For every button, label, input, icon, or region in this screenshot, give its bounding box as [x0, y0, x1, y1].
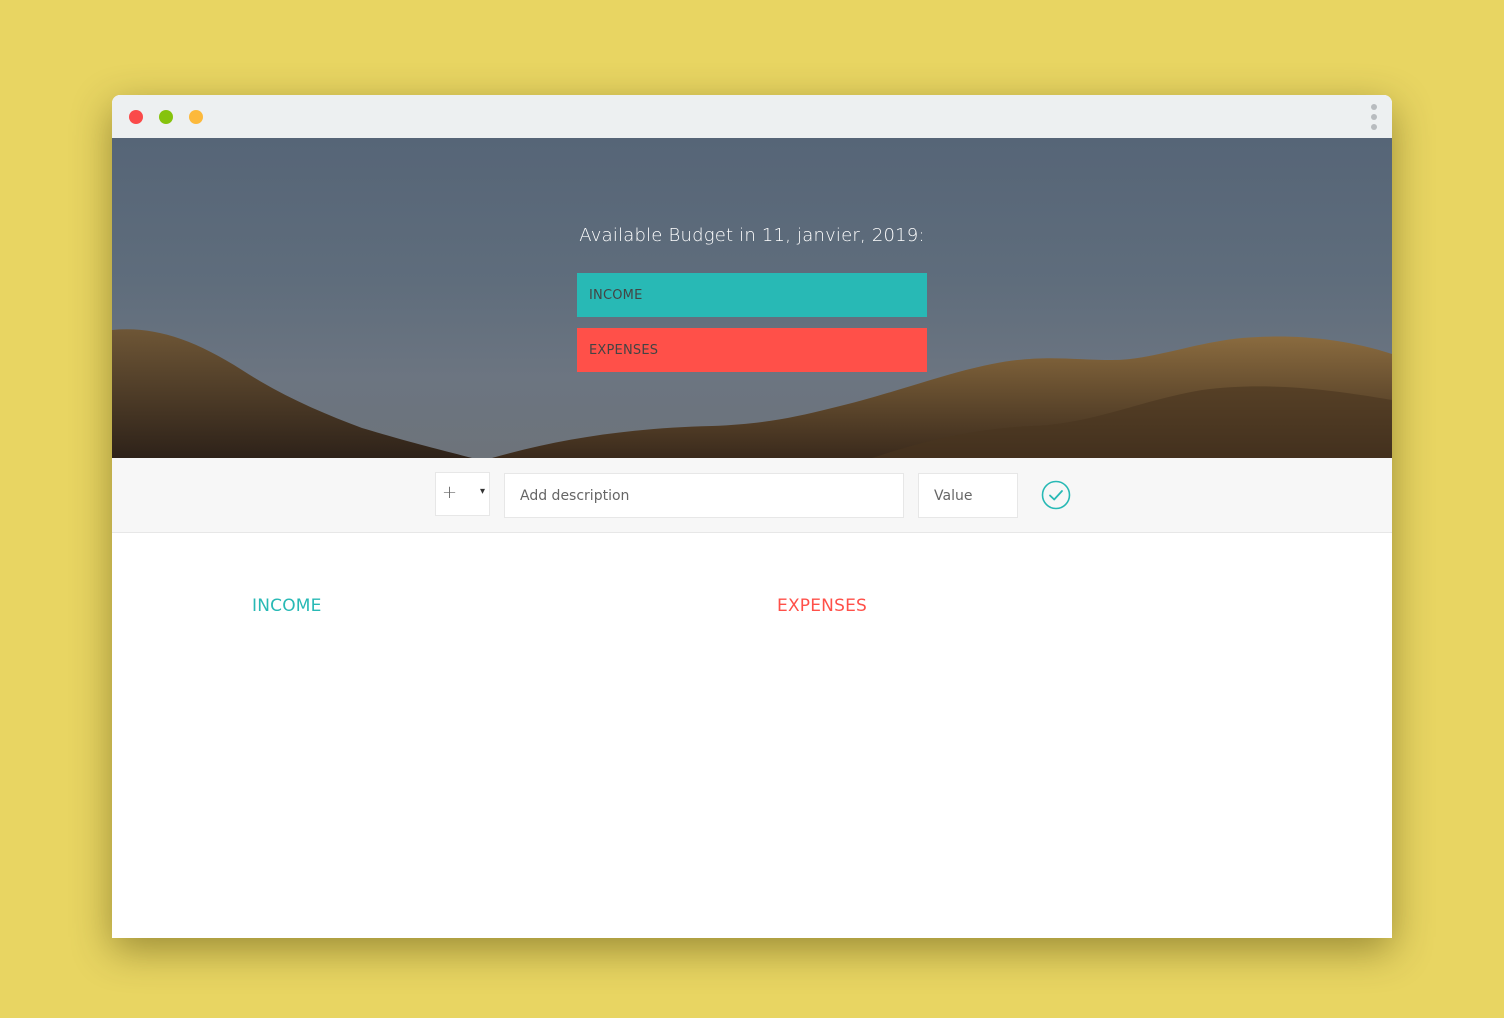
- close-window-button[interactable]: [129, 110, 143, 124]
- minimize-window-button[interactable]: [189, 110, 203, 124]
- income-list-title: INCOME: [252, 596, 322, 616]
- entries-section: INCOME EXPENSES: [112, 533, 1392, 938]
- add-entry-bar: + ▾: [112, 458, 1392, 533]
- plus-icon: +: [442, 482, 458, 503]
- budget-header: Available Budget in 11, janvier, 2019: I…: [112, 138, 1392, 458]
- income-summary-bar: INCOME: [577, 273, 927, 317]
- maximize-window-button[interactable]: [159, 110, 173, 124]
- expenses-summary-label: EXPENSES: [589, 342, 659, 358]
- window-titlebar: [112, 95, 1392, 138]
- expenses-summary-bar: EXPENSES: [577, 328, 927, 372]
- expenses-list-title: EXPENSES: [777, 596, 868, 616]
- app-window: Available Budget in 11, janvier, 2019: I…: [112, 95, 1392, 938]
- value-input[interactable]: [918, 473, 1018, 518]
- income-summary-label: INCOME: [589, 287, 643, 303]
- check-circle-icon: [1041, 480, 1071, 510]
- more-options-icon[interactable]: [1370, 104, 1378, 130]
- chevron-down-icon: ▾: [479, 486, 485, 497]
- available-budget-title: Available Budget in 11, janvier, 2019:: [579, 225, 925, 246]
- description-input[interactable]: [504, 473, 904, 518]
- entry-type-select[interactable]: + ▾: [435, 472, 490, 516]
- add-entry-button[interactable]: [1041, 480, 1071, 510]
